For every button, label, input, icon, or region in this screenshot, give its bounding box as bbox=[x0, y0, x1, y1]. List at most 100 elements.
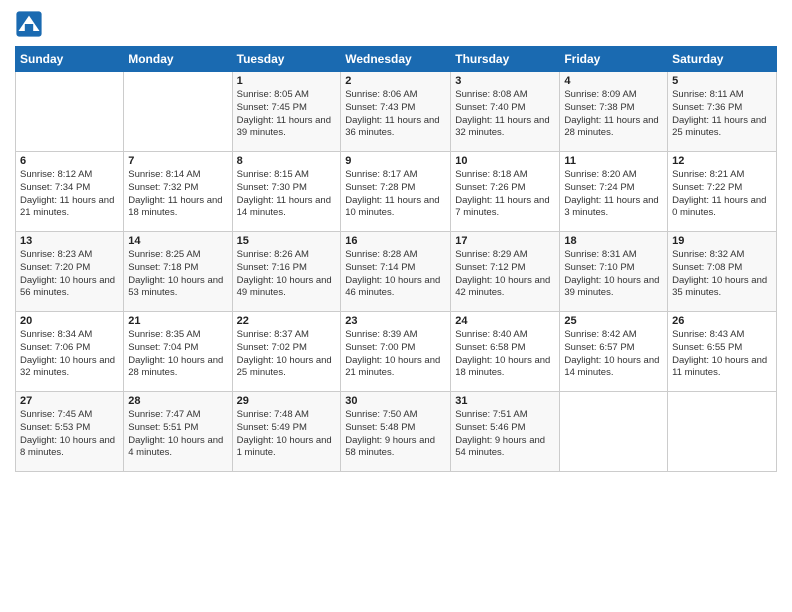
day-info: Sunrise: 8:15 AM Sunset: 7:30 PM Dayligh… bbox=[237, 169, 337, 220]
day-info: Sunrise: 8:37 AM Sunset: 7:02 PM Dayligh… bbox=[237, 329, 337, 380]
day-number: 1 bbox=[237, 75, 337, 87]
day-info: Sunrise: 8:32 AM Sunset: 7:08 PM Dayligh… bbox=[672, 249, 772, 300]
day-number: 12 bbox=[672, 155, 772, 167]
day-cell: 31Sunrise: 7:51 AM Sunset: 5:46 PM Dayli… bbox=[451, 392, 560, 472]
day-cell bbox=[668, 392, 777, 472]
day-info: Sunrise: 8:21 AM Sunset: 7:22 PM Dayligh… bbox=[672, 169, 772, 220]
day-number: 6 bbox=[20, 155, 119, 167]
day-info: Sunrise: 8:28 AM Sunset: 7:14 PM Dayligh… bbox=[345, 249, 446, 300]
day-cell: 19 Sunrise: 8:32 AM Sunset: 7:08 PM Dayli… bbox=[668, 232, 777, 312]
day-number: 22 bbox=[237, 315, 337, 327]
day-number: 17 bbox=[455, 235, 555, 247]
header bbox=[15, 10, 777, 38]
day-number: 19 bbox=[672, 235, 772, 247]
day-info: Sunrise: 8:14 AM Sunset: 7:32 PM Dayligh… bbox=[128, 169, 227, 220]
day-info: Sunrise: 8:43 AM Sunset: 6:55 PM Dayligh… bbox=[672, 329, 772, 380]
calendar-body: 1 Sunrise: 8:05 AM Sunset: 7:45 PM Daylig… bbox=[16, 72, 777, 472]
day-cell: 1 Sunrise: 8:05 AM Sunset: 7:45 PM Daylig… bbox=[232, 72, 341, 152]
day-info: Sunrise: 8:06 AM Sunset: 7:43 PM Dayligh… bbox=[345, 89, 446, 140]
day-cell: 14 Sunrise: 8:25 AM Sunset: 7:18 PM Dayli… bbox=[124, 232, 232, 312]
day-info: Sunrise: 7:45 AM Sunset: 5:53 PM Dayligh… bbox=[20, 409, 119, 460]
day-cell: 7 Sunrise: 8:14 AM Sunset: 7:32 PM Daylig… bbox=[124, 152, 232, 232]
day-number: 10 bbox=[455, 155, 555, 167]
day-cell: 5 Sunrise: 8:11 AM Sunset: 7:36 PM Daylig… bbox=[668, 72, 777, 152]
day-info: Sunrise: 7:50 AM Sunset: 5:48 PM Dayligh… bbox=[345, 409, 446, 460]
page: SundayMondayTuesdayWednesdayThursdayFrid… bbox=[0, 0, 792, 612]
day-info: Sunrise: 8:34 AM Sunset: 7:06 PM Dayligh… bbox=[20, 329, 119, 380]
day-cell: 12 Sunrise: 8:21 AM Sunset: 7:22 PM Dayli… bbox=[668, 152, 777, 232]
day-cell: 2 Sunrise: 8:06 AM Sunset: 7:43 PM Daylig… bbox=[341, 72, 451, 152]
day-info: Sunrise: 8:20 AM Sunset: 7:24 PM Dayligh… bbox=[564, 169, 663, 220]
day-cell: 27 Sunrise: 7:45 AM Sunset: 5:53 PM Dayli… bbox=[16, 392, 124, 472]
day-number: 14 bbox=[128, 235, 227, 247]
day-cell: 21Sunrise: 8:35 AM Sunset: 7:04 PM Dayli… bbox=[124, 312, 232, 392]
day-info: Sunrise: 8:08 AM Sunset: 7:40 PM Dayligh… bbox=[455, 89, 555, 140]
day-cell: 22 Sunrise: 8:37 AM Sunset: 7:02 PM Dayli… bbox=[232, 312, 341, 392]
day-cell: 30 Sunrise: 7:50 AM Sunset: 5:48 PM Dayli… bbox=[341, 392, 451, 472]
day-cell: 24 Sunrise: 8:40 AM Sunset: 6:58 PM Dayli… bbox=[451, 312, 560, 392]
week-row-5: 27 Sunrise: 7:45 AM Sunset: 5:53 PM Dayli… bbox=[16, 392, 777, 472]
day-cell bbox=[560, 392, 668, 472]
day-header-thursday: Thursday bbox=[451, 47, 560, 72]
day-number: 25 bbox=[564, 315, 663, 327]
day-cell: 18Sunrise: 8:31 AM Sunset: 7:10 PM Dayli… bbox=[560, 232, 668, 312]
day-info: Sunrise: 8:23 AM Sunset: 7:20 PM Dayligh… bbox=[20, 249, 119, 300]
day-number: 11 bbox=[564, 155, 663, 167]
day-number: 9 bbox=[345, 155, 446, 167]
calendar-header: SundayMondayTuesdayWednesdayThursdayFrid… bbox=[16, 47, 777, 72]
day-info: Sunrise: 8:05 AM Sunset: 7:45 PM Dayligh… bbox=[237, 89, 337, 140]
day-header-saturday: Saturday bbox=[668, 47, 777, 72]
day-number: 15 bbox=[237, 235, 337, 247]
day-cell: 6Sunrise: 8:12 AM Sunset: 7:34 PM Daylig… bbox=[16, 152, 124, 232]
day-info: Sunrise: 8:26 AM Sunset: 7:16 PM Dayligh… bbox=[237, 249, 337, 300]
day-number: 18 bbox=[564, 235, 663, 247]
day-number: 4 bbox=[564, 75, 663, 87]
day-number: 7 bbox=[128, 155, 227, 167]
day-cell bbox=[16, 72, 124, 152]
week-row-1: 1 Sunrise: 8:05 AM Sunset: 7:45 PM Daylig… bbox=[16, 72, 777, 152]
week-row-3: 13 Sunrise: 8:23 AM Sunset: 7:20 PM Dayli… bbox=[16, 232, 777, 312]
day-number: 16 bbox=[345, 235, 446, 247]
day-info: Sunrise: 8:18 AM Sunset: 7:26 PM Dayligh… bbox=[455, 169, 555, 220]
day-info: Sunrise: 8:40 AM Sunset: 6:58 PM Dayligh… bbox=[455, 329, 555, 380]
day-info: Sunrise: 8:42 AM Sunset: 6:57 PM Dayligh… bbox=[564, 329, 663, 380]
day-cell: 13 Sunrise: 8:23 AM Sunset: 7:20 PM Dayli… bbox=[16, 232, 124, 312]
day-cell: 9 Sunrise: 8:17 AM Sunset: 7:28 PM Daylig… bbox=[341, 152, 451, 232]
day-cell: 10 Sunrise: 8:18 AM Sunset: 7:26 PM Dayli… bbox=[451, 152, 560, 232]
day-info: Sunrise: 8:09 AM Sunset: 7:38 PM Dayligh… bbox=[564, 89, 663, 140]
day-info: Sunrise: 8:39 AM Sunset: 7:00 PM Dayligh… bbox=[345, 329, 446, 380]
header-row: SundayMondayTuesdayWednesdayThursdayFrid… bbox=[16, 47, 777, 72]
day-number: 2 bbox=[345, 75, 446, 87]
day-cell: 3 Sunrise: 8:08 AM Sunset: 7:40 PM Daylig… bbox=[451, 72, 560, 152]
day-number: 28 bbox=[128, 395, 227, 407]
day-cell: 26Sunrise: 8:43 AM Sunset: 6:55 PM Dayli… bbox=[668, 312, 777, 392]
day-info: Sunrise: 8:25 AM Sunset: 7:18 PM Dayligh… bbox=[128, 249, 227, 300]
day-number: 3 bbox=[455, 75, 555, 87]
day-number: 21 bbox=[128, 315, 227, 327]
day-header-tuesday: Tuesday bbox=[232, 47, 341, 72]
day-cell: 11 Sunrise: 8:20 AM Sunset: 7:24 PM Dayli… bbox=[560, 152, 668, 232]
day-info: Sunrise: 8:11 AM Sunset: 7:36 PM Dayligh… bbox=[672, 89, 772, 140]
day-info: Sunrise: 7:48 AM Sunset: 5:49 PM Dayligh… bbox=[237, 409, 337, 460]
day-number: 30 bbox=[345, 395, 446, 407]
day-cell: 17 Sunrise: 8:29 AM Sunset: 7:12 PM Dayli… bbox=[451, 232, 560, 312]
day-number: 24 bbox=[455, 315, 555, 327]
day-number: 29 bbox=[237, 395, 337, 407]
day-cell: 20Sunrise: 8:34 AM Sunset: 7:06 PM Dayli… bbox=[16, 312, 124, 392]
day-cell bbox=[124, 72, 232, 152]
logo-icon bbox=[15, 10, 43, 38]
day-number: 27 bbox=[20, 395, 119, 407]
day-number: 5 bbox=[672, 75, 772, 87]
day-header-friday: Friday bbox=[560, 47, 668, 72]
week-row-2: 6Sunrise: 8:12 AM Sunset: 7:34 PM Daylig… bbox=[16, 152, 777, 232]
day-cell: 4 Sunrise: 8:09 AM Sunset: 7:38 PM Daylig… bbox=[560, 72, 668, 152]
day-cell: 28 Sunrise: 7:47 AM Sunset: 5:51 PM Dayli… bbox=[124, 392, 232, 472]
day-header-wednesday: Wednesday bbox=[341, 47, 451, 72]
day-info: Sunrise: 7:47 AM Sunset: 5:51 PM Dayligh… bbox=[128, 409, 227, 460]
day-info: Sunrise: 8:17 AM Sunset: 7:28 PM Dayligh… bbox=[345, 169, 446, 220]
day-number: 13 bbox=[20, 235, 119, 247]
day-info: Sunrise: 7:51 AM Sunset: 5:46 PM Dayligh… bbox=[455, 409, 555, 460]
day-cell: 16 Sunrise: 8:28 AM Sunset: 7:14 PM Dayli… bbox=[341, 232, 451, 312]
day-header-monday: Monday bbox=[124, 47, 232, 72]
day-info: Sunrise: 8:29 AM Sunset: 7:12 PM Dayligh… bbox=[455, 249, 555, 300]
